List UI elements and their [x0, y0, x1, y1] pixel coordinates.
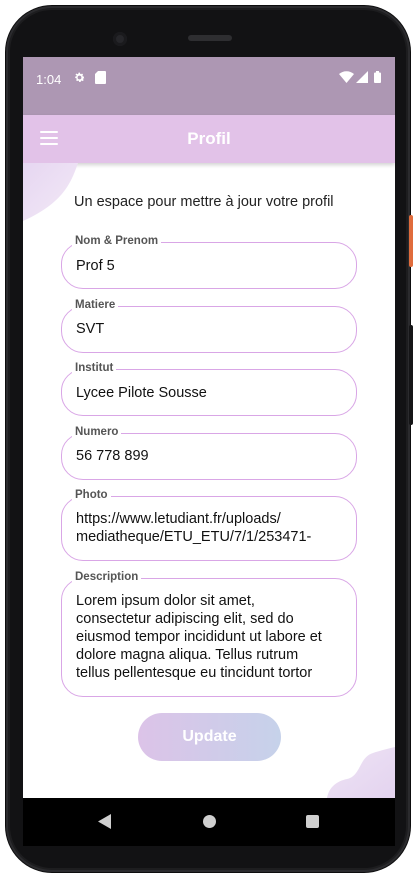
gear-icon: [75, 72, 85, 82]
decorative-blob-top: [23, 163, 78, 221]
signal-icon: [356, 71, 368, 83]
status-time: 1:04: [36, 72, 62, 87]
photo-url-field-label: Photo: [72, 488, 111, 502]
home-icon[interactable]: [203, 815, 216, 828]
back-icon[interactable]: [98, 814, 111, 829]
recents-icon[interactable]: [306, 815, 319, 828]
description-field[interactable]: Description Lorem ipsum dolor sit amet, …: [61, 570, 357, 697]
institute-field-value[interactable]: Lycee Pilote Sousse: [76, 384, 342, 402]
system-navigation-bar: [23, 798, 395, 846]
phone-number-field-label: Numero: [72, 425, 122, 439]
name-field-value[interactable]: Prof 5: [76, 257, 342, 275]
battery-icon: [374, 71, 381, 83]
institute-field[interactable]: Institut Lycee Pilote Sousse: [61, 361, 357, 416]
subject-field[interactable]: Matiere SVT: [61, 298, 357, 353]
volume-button: [409, 325, 413, 425]
power-button: [409, 215, 413, 267]
photo-url-field[interactable]: Photo https://www.letudiant.fr/uploads/ …: [61, 488, 357, 561]
earpiece-speaker: [188, 35, 232, 41]
update-button[interactable]: Update: [138, 713, 281, 761]
name-field[interactable]: Nom & Prenom Prof 5: [61, 234, 357, 289]
app-bar: Profil: [23, 115, 395, 163]
description-field-label: Description: [72, 570, 142, 584]
intro-text: Un espace pour mettre à jour votre profi…: [74, 194, 334, 210]
name-field-label: Nom & Prenom: [72, 234, 162, 248]
subject-field-value[interactable]: SVT: [76, 320, 342, 338]
app-screen: 1:04 Profil Un espace pour mettre à jour…: [23, 57, 395, 798]
front-camera: [113, 32, 127, 46]
phone-number-field[interactable]: Numero 56 778 899: [61, 425, 357, 480]
description-field-value[interactable]: Lorem ipsum dolor sit amet, consectetur …: [76, 592, 342, 682]
page-title: Profil: [187, 129, 231, 148]
sim-card-icon: [95, 71, 106, 84]
phone-number-field-value[interactable]: 56 778 899: [76, 447, 342, 465]
institute-field-label: Institut: [72, 361, 117, 375]
photo-url-field-value[interactable]: https://www.letudiant.fr/uploads/ mediat…: [76, 510, 342, 546]
wifi-icon: [339, 71, 354, 83]
decorative-blob-bottom: [327, 747, 395, 798]
subject-field-label: Matiere: [72, 298, 119, 312]
status-bar: 1:04: [23, 57, 395, 115]
